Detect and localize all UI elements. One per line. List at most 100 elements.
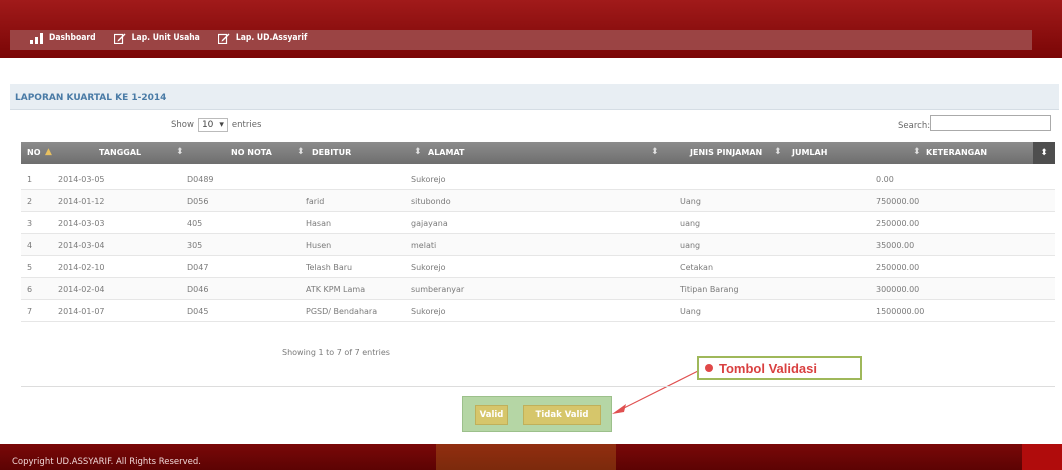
cell-jumlah: 250000.00 <box>876 263 920 272</box>
footer-logo-accent <box>436 444 616 470</box>
sort-icon: ⬍ <box>176 147 184 157</box>
invalid-button[interactable]: Tidak Valid <box>523 405 601 425</box>
cell-tanggal: 2014-03-04 <box>58 241 105 250</box>
valid-button[interactable]: Valid <box>475 405 508 425</box>
cell-alamat: Sukorejo <box>411 263 446 272</box>
sort-asc-icon: ▲ <box>45 147 52 157</box>
column-header-jumlah[interactable]: JUMLAH <box>792 148 827 157</box>
table-row: 6 2014-02-04 D046 ATK KPM Lama sumberanyar Ti… <box>21 278 1055 300</box>
table-row: 4 2014-03-04 305 Husen melati uang 35000.00 <box>21 234 1055 256</box>
cell-jumlah: 1500000.00 <box>876 307 925 316</box>
edit-icon <box>113 32 126 45</box>
cell-no: 7 <box>27 307 33 316</box>
column-header-tanggal[interactable]: TANGGAL <box>99 148 141 157</box>
cell-jenis-pinjaman: Uang <box>680 197 701 206</box>
nav-item-lap-unit-usaha[interactable]: Lap. Unit Usaha <box>113 32 200 45</box>
cell-no-nota: D045 <box>187 307 209 316</box>
page-size-value: 10 <box>201 120 214 130</box>
sort-icon[interactable]: ⬍ <box>1033 142 1055 164</box>
cell-no-nota: D047 <box>187 263 209 272</box>
nav-item-label: Dashboard <box>49 33 96 43</box>
table-header: NO ▲ TANGGAL ⬍ NO NOTA ⬍ DEBITUR ⬍ ALAMA… <box>21 142 1055 164</box>
cell-jenis-pinjaman: uang <box>680 219 701 228</box>
page-length-control: Show 10 ▾ entries <box>171 118 261 132</box>
page-size-select[interactable]: 10 ▾ <box>197 118 228 132</box>
search-label: Search: <box>898 121 931 131</box>
cell-tanggal: 2014-02-04 <box>58 285 105 294</box>
cell-debitur: Hasan <box>306 219 332 228</box>
sort-icon: ⬍ <box>414 147 422 157</box>
cell-alamat: sumberanyar <box>411 285 465 294</box>
cell-no: 1 <box>27 175 33 184</box>
cell-debitur: PGSD/ Bendahara <box>306 307 378 316</box>
footer-accent <box>1022 444 1062 470</box>
show-label: Show <box>171 120 194 130</box>
table-row: 3 2014-03-03 405 Hasan gajayana uang 250000.00 <box>21 212 1055 234</box>
column-header-no[interactable]: NO <box>27 148 41 157</box>
cell-no: 2 <box>27 197 33 206</box>
cell-debitur: farid <box>306 197 325 206</box>
cell-no: 6 <box>27 285 33 294</box>
panel-header: LAPORAN KUARTAL KE 1-2014 <box>10 84 1059 110</box>
bar-chart-icon <box>30 32 43 44</box>
column-header-alamat[interactable]: ALAMAT <box>428 148 464 157</box>
sort-icon: ⬍ <box>774 147 782 157</box>
sort-icon: ⬍ <box>651 147 659 157</box>
edit-icon <box>217 32 230 45</box>
chevron-down-icon: ▾ <box>219 120 224 130</box>
cell-jumlah: 750000.00 <box>876 197 920 206</box>
nav-item-lap-ud-assyarif[interactable]: Lap. UD.Assyarif <box>217 32 308 45</box>
cell-alamat: melati <box>411 241 437 250</box>
cell-tanggal: 2014-01-12 <box>58 197 105 206</box>
cell-jenis-pinjaman: Uang <box>680 307 701 316</box>
column-header-keterangan[interactable]: KETERANGAN <box>926 148 987 157</box>
column-header-debitur[interactable]: DEBITUR <box>312 148 351 157</box>
validation-button-group: Valid Tidak Valid <box>462 396 612 432</box>
column-header-jenis-pinjaman[interactable]: JENIS PINJAMAN <box>690 148 762 157</box>
cell-no: 3 <box>27 219 33 228</box>
cell-tanggal: 2014-01-07 <box>58 307 105 316</box>
cell-jumlah: 0.00 <box>876 175 894 184</box>
entries-label: entries <box>231 120 262 130</box>
column-header-no-nota[interactable]: NO NOTA <box>231 148 272 157</box>
cell-no: 4 <box>27 241 33 250</box>
cell-no-nota: D056 <box>187 197 209 206</box>
bullet-icon <box>705 364 713 372</box>
cell-debitur: ATK KPM Lama <box>306 285 366 294</box>
main-nav: Dashboard Lap. Unit Usaha Lap. UD.Assyar… <box>30 32 308 45</box>
sort-icon: ⬍ <box>297 147 305 157</box>
cell-jenis-pinjaman: Cetakan <box>680 263 714 272</box>
callout-label: Tombol Validasi <box>697 356 862 380</box>
callout-text: Tombol Validasi <box>719 360 818 376</box>
table-row: 1 2014-03-05 D0489 Sukorejo 0.00 <box>21 168 1055 190</box>
nav-item-dashboard[interactable]: Dashboard <box>30 32 96 44</box>
table-row: 5 2014-02-10 D047 Telash Baru Sukorejo Cetaka… <box>21 256 1055 278</box>
cell-no-nota: D0489 <box>187 175 214 184</box>
table-row: 2 2014-01-12 D056 farid situbondo Uang 750000.… <box>21 190 1055 212</box>
cell-alamat: gajayana <box>411 219 448 228</box>
cell-no-nota: 405 <box>187 219 203 228</box>
cell-alamat: situbondo <box>411 197 451 206</box>
cell-jumlah: 250000.00 <box>876 219 920 228</box>
cell-no: 5 <box>27 263 33 272</box>
search-input[interactable] <box>930 115 1051 131</box>
cell-tanggal: 2014-03-05 <box>58 175 105 184</box>
cell-alamat: Sukorejo <box>411 307 446 316</box>
cell-jumlah: 300000.00 <box>876 285 920 294</box>
sort-icon: ⬍ <box>913 147 921 157</box>
cell-jumlah: 35000.00 <box>876 241 915 250</box>
cell-no-nota: 305 <box>187 241 203 250</box>
cell-debitur: Husen <box>306 241 332 250</box>
cell-debitur: Telash Baru <box>306 263 353 272</box>
cell-tanggal: 2014-03-03 <box>58 219 105 228</box>
copyright-text: Copyright UD.ASSYARIF. All Rights Reserv… <box>12 457 202 467</box>
cell-no-nota: D046 <box>187 285 209 294</box>
nav-item-label: Lap. Unit Usaha <box>131 33 200 43</box>
panel-title: LAPORAN KUARTAL KE 1-2014 <box>15 93 167 103</box>
cell-alamat: Sukorejo <box>411 175 446 184</box>
nav-item-label: Lap. UD.Assyarif <box>235 33 308 43</box>
cell-jenis-pinjaman: Titipan Barang <box>680 285 739 294</box>
divider <box>21 386 1055 387</box>
cell-jenis-pinjaman: uang <box>680 241 701 250</box>
table-info: Showing 1 to 7 of 7 entries <box>282 348 390 357</box>
